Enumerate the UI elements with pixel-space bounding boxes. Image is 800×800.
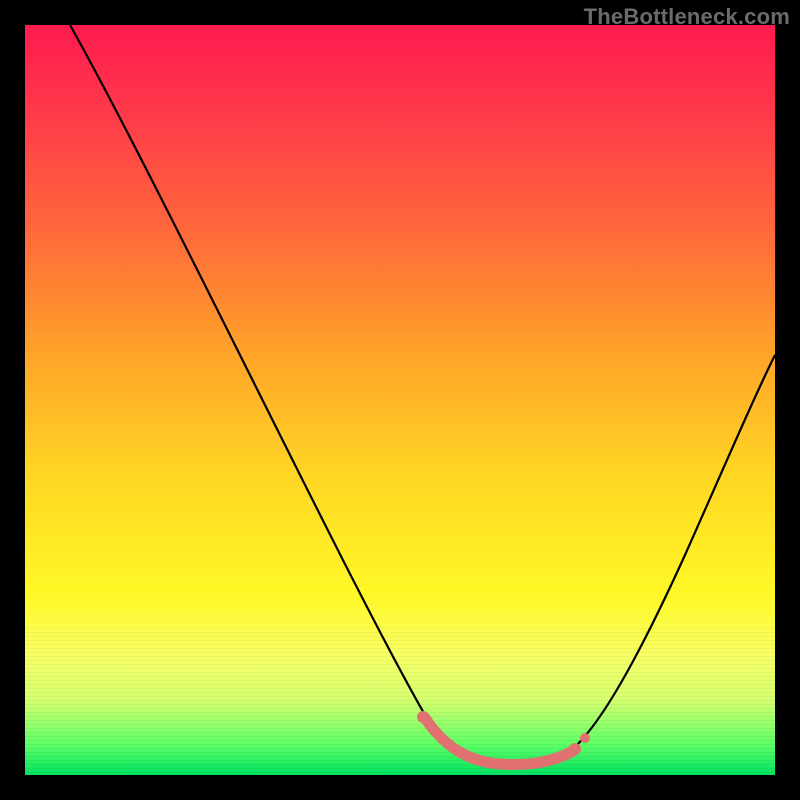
bottleneck-curve [70,25,775,764]
plot-area [25,25,775,775]
optimal-range-extra-dot [580,733,590,743]
optimal-range-start-dot [417,711,429,723]
watermark-text: TheBottleneck.com [584,4,790,30]
chart-frame: TheBottleneck.com [0,0,800,800]
optimal-range-end-dot [569,743,581,755]
optimal-range-segment [425,718,573,764]
curve-svg [25,25,775,775]
